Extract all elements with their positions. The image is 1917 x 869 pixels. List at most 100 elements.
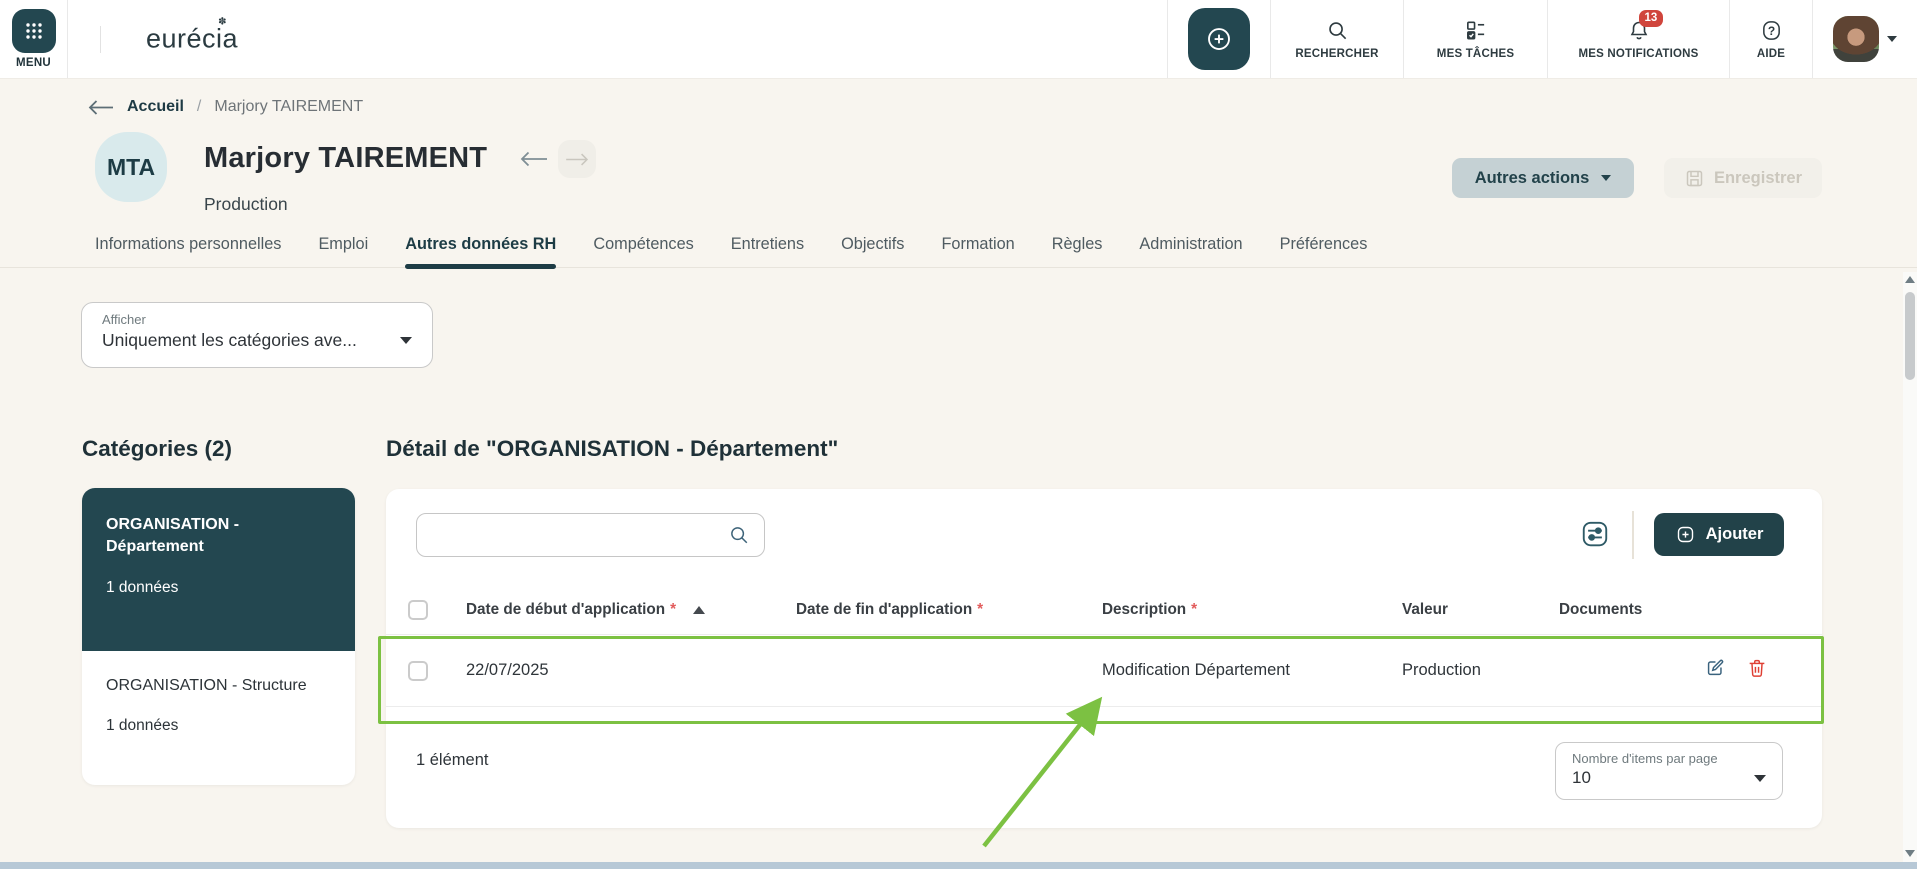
column-settings-button[interactable] [1579, 519, 1611, 551]
trash-icon [1749, 659, 1765, 677]
user-menu[interactable] [1812, 0, 1917, 78]
save-floppy-icon [1686, 170, 1703, 186]
category-name: ORGANISATION - Structure [106, 677, 307, 694]
profile-initials-avatar: MTA [95, 132, 167, 202]
required-mark: * [1191, 600, 1198, 618]
horizontal-scrollbar[interactable] [0, 862, 1917, 869]
eurecia-logo[interactable]: eurécia ✽ [146, 17, 238, 55]
chevron-down-icon [1887, 36, 1897, 42]
tab-objectifs[interactable]: Objectifs [841, 235, 904, 267]
required-mark: * [977, 600, 984, 618]
user-avatar [1833, 16, 1879, 62]
column-header-date-debut[interactable]: Date de début d'application * [466, 601, 796, 619]
nav-notifications[interactable]: 13 MES NOTIFICATIONS [1547, 0, 1729, 78]
breadcrumb-current: Marjory TAIREMENT [214, 98, 364, 115]
search-input[interactable] [416, 513, 765, 557]
category-name: ORGANISATION - Département [106, 516, 240, 556]
toolbar-divider [1632, 511, 1634, 559]
profile-tabs: Informations personnelles Emploi Autres … [95, 235, 1368, 269]
notification-badge: 13 [1638, 10, 1664, 27]
delete-button[interactable] [1746, 657, 1768, 684]
items-per-page-value: 10 [1572, 768, 1591, 787]
logo-divider [100, 26, 101, 53]
table-header-row: Date de début d'application * Date de fi… [386, 585, 1822, 635]
employee-profile-page: MENU eurécia ✽ RECHERCHER MES TÂCHES 13 … [0, 0, 1917, 869]
breadcrumb-separator: / [196, 98, 202, 115]
tab-emploi[interactable]: Emploi [318, 235, 368, 267]
other-actions-button[interactable]: Autres actions [1452, 158, 1634, 198]
categories-list: ORGANISATION - Département 1 données ORG… [82, 488, 355, 785]
nav-search-label: RECHERCHER [1295, 47, 1379, 60]
sort-ascending-icon[interactable] [693, 605, 706, 614]
quick-add-section [1167, 0, 1270, 78]
tab-formation[interactable]: Formation [941, 235, 1014, 267]
save-button[interactable]: Enregistrer [1664, 158, 1822, 198]
profile-department: Production [204, 194, 288, 214]
svg-text:?: ? [1767, 23, 1774, 37]
scrollbar-thumb[interactable] [1905, 292, 1915, 380]
next-employee-button-disabled[interactable] [558, 140, 596, 178]
plus-square-icon [1677, 526, 1693, 543]
chevron-down-icon [1601, 175, 1612, 181]
quick-add-button[interactable] [1188, 8, 1250, 70]
back-arrow-icon[interactable] [88, 99, 114, 116]
menu-button[interactable]: MENU [0, 0, 68, 78]
items-per-page-label: Nombre d'items par page [1572, 751, 1718, 766]
category-item-departement[interactable]: ORGANISATION - Département 1 données [82, 488, 355, 651]
vertical-scrollbar[interactable] [1903, 272, 1917, 862]
previous-employee-button[interactable] [520, 150, 548, 173]
items-per-page-select[interactable]: Nombre d'items par page 10 [1555, 742, 1783, 800]
display-filter-select[interactable]: Afficher Uniquement les catégories ave..… [81, 302, 433, 368]
nav-tasks-label: MES TÂCHES [1436, 47, 1515, 60]
column-header-description[interactable]: Description * [1102, 601, 1402, 619]
breadcrumb: Accueil / Marjory TAIREMENT [88, 98, 363, 116]
profile-initials: MTA [106, 153, 156, 180]
topbar: MENU eurécia ✽ RECHERCHER MES TÂCHES 13 … [0, 0, 1917, 79]
cell-date-debut: 22/07/2025 [466, 661, 549, 679]
category-item-structure[interactable]: ORGANISATION - Structure 1 données [82, 651, 355, 761]
nav-tasks[interactable]: MES TÂCHES [1403, 0, 1547, 78]
edit-pencil-icon [1707, 659, 1724, 676]
tabs-bottom-border [0, 267, 1917, 268]
category-count: 1 données [106, 717, 179, 734]
table-row[interactable]: 22/07/2025 Modification Département Prod… [386, 635, 1822, 707]
column-header-documents[interactable]: Documents [1559, 601, 1822, 619]
tasks-icon [1467, 21, 1485, 39]
column-header-date-fin[interactable]: Date de fin d'application * [796, 601, 1102, 619]
add-button[interactable]: Ajouter [1654, 513, 1784, 556]
items-count: 1 élément [416, 751, 489, 769]
required-mark: * [670, 600, 677, 618]
sliders-icon [1582, 521, 1608, 547]
display-filter-label: Afficher [102, 312, 146, 327]
select-all-checkbox[interactable] [408, 599, 428, 620]
tab-entretiens[interactable]: Entretiens [731, 235, 804, 267]
tab-regles[interactable]: Règles [1052, 235, 1103, 267]
help-icon: ? [1762, 20, 1780, 40]
arrow-right-icon [566, 153, 589, 165]
tab-informations-personnelles[interactable]: Informations personnelles [95, 235, 281, 267]
tab-autres-donnees-rh[interactable]: Autres données RH [405, 235, 557, 269]
chevron-down-icon [1754, 774, 1766, 782]
plus-circle-icon [1208, 28, 1230, 50]
tab-competences[interactable]: Compétences [593, 235, 693, 267]
scroll-up-arrow[interactable] [1905, 276, 1915, 283]
tab-preferences[interactable]: Préférences [1280, 235, 1368, 267]
grid-menu-icon [11, 9, 56, 53]
detail-title: Détail de "ORGANISATION - Département" [386, 436, 839, 461]
row-checkbox[interactable] [408, 660, 428, 681]
scroll-down-arrow[interactable] [1905, 850, 1915, 857]
column-header-valeur[interactable]: Valeur [1402, 601, 1559, 619]
nav-help-label: AIDE [1756, 47, 1786, 60]
cell-valeur: Production [1402, 661, 1481, 679]
tab-administration[interactable]: Administration [1139, 235, 1242, 267]
search-icon [1328, 21, 1346, 39]
cell-actions [1559, 657, 1822, 684]
arrow-left-icon [520, 151, 547, 167]
category-count: 1 données [106, 579, 179, 597]
display-filter-value: Uniquement les catégories ave... [102, 330, 357, 350]
nav-help[interactable]: ? AIDE [1729, 0, 1812, 78]
edit-button[interactable] [1704, 657, 1726, 684]
nav-search[interactable]: RECHERCHER [1270, 0, 1403, 78]
menu-label: MENU [15, 57, 52, 69]
breadcrumb-home-link[interactable]: Accueil [127, 98, 184, 116]
